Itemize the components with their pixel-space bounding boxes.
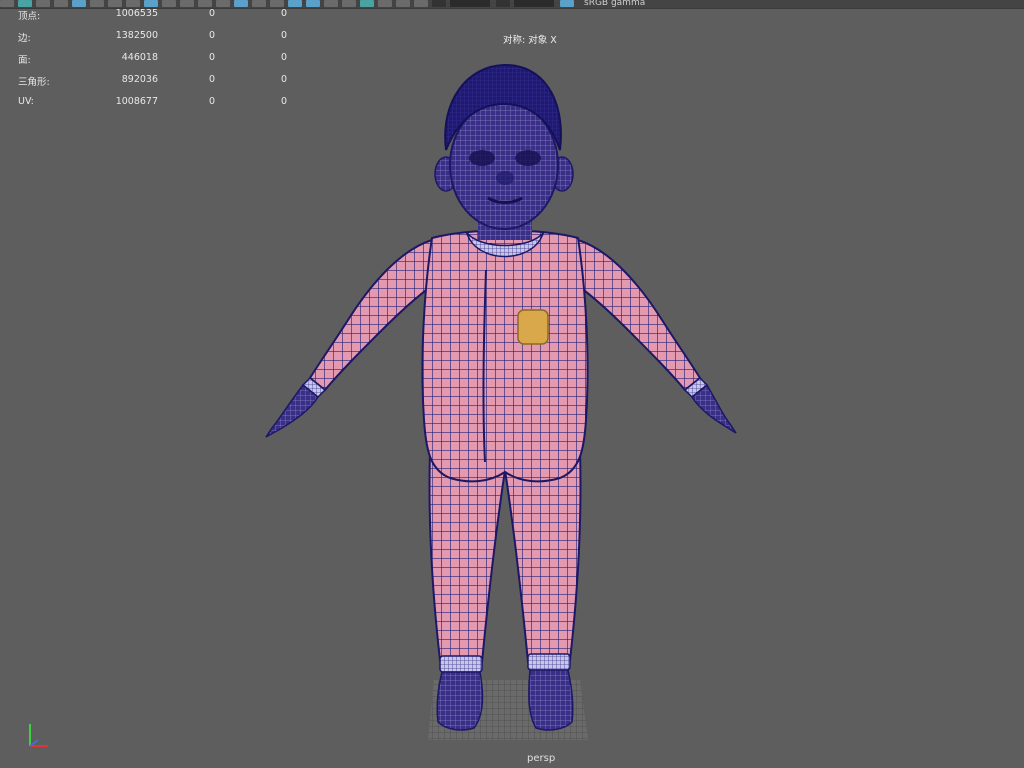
left-hand[interactable] [265,383,319,438]
nose [496,171,514,185]
left-ankle-cuff [439,655,483,673]
right-ankle-cuff [527,653,571,671]
left-eye [469,150,495,166]
xyz-axis-gizmo-icon [29,724,48,747]
right-foot[interactable] [528,669,574,731]
right-sleeve[interactable] [568,238,702,392]
torso-onesie[interactable] [421,229,589,483]
maya-viewport[interactable]: sRGB gamma 顶点: 1006535 0 0 边: 1382500 0 … [0,0,1024,768]
right-eye [515,150,541,166]
left-foot[interactable] [436,671,484,731]
chest-patch [517,309,549,345]
left-sleeve[interactable] [308,238,442,392]
right-hand[interactable] [691,383,737,434]
camera-name-label: persp [527,753,556,764]
scene-canvas[interactable] [0,0,1024,768]
